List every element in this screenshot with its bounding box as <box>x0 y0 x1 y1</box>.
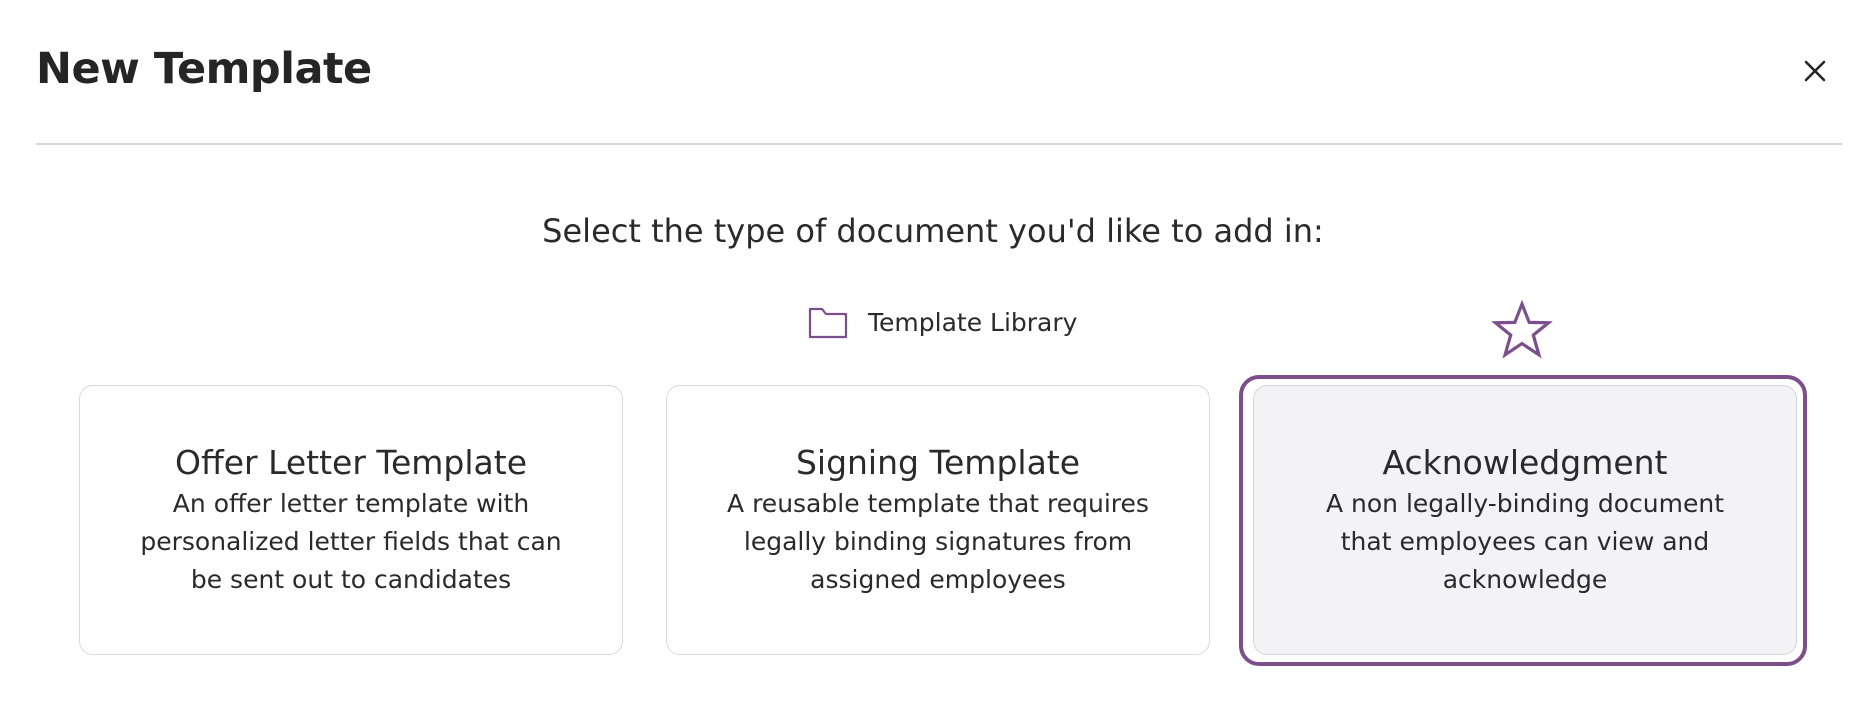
close-button[interactable] <box>1798 54 1832 88</box>
card-description: A reusable template that requires legall… <box>727 489 1149 594</box>
folder-icon <box>808 307 848 338</box>
card-title: Signing Template <box>795 443 1081 482</box>
star-icon <box>1491 300 1553 360</box>
dialog-header: New Template <box>36 0 1842 145</box>
card-title: Offer Letter Template <box>175 443 527 482</box>
close-icon <box>1804 60 1826 82</box>
dialog-title: New Template <box>36 44 372 94</box>
card-description: A non legally-binding document that empl… <box>1325 489 1725 594</box>
acknowledgment-card[interactable]: Acknowledgment A non legally-binding doc… <box>1253 385 1797 655</box>
template-library-label: Template Library <box>868 307 1078 337</box>
signing-template-card[interactable]: Signing Template A reusable template tha… <box>666 385 1210 655</box>
offer-letter-template-card[interactable]: Offer Letter Template An offer letter te… <box>79 385 623 655</box>
card-title: Acknowledgment <box>1382 443 1668 482</box>
document-type-prompt: Select the type of document you'd like t… <box>542 212 1324 250</box>
template-library-link[interactable]: Template Library <box>808 302 1077 342</box>
card-description: An offer letter template with personaliz… <box>140 489 562 594</box>
